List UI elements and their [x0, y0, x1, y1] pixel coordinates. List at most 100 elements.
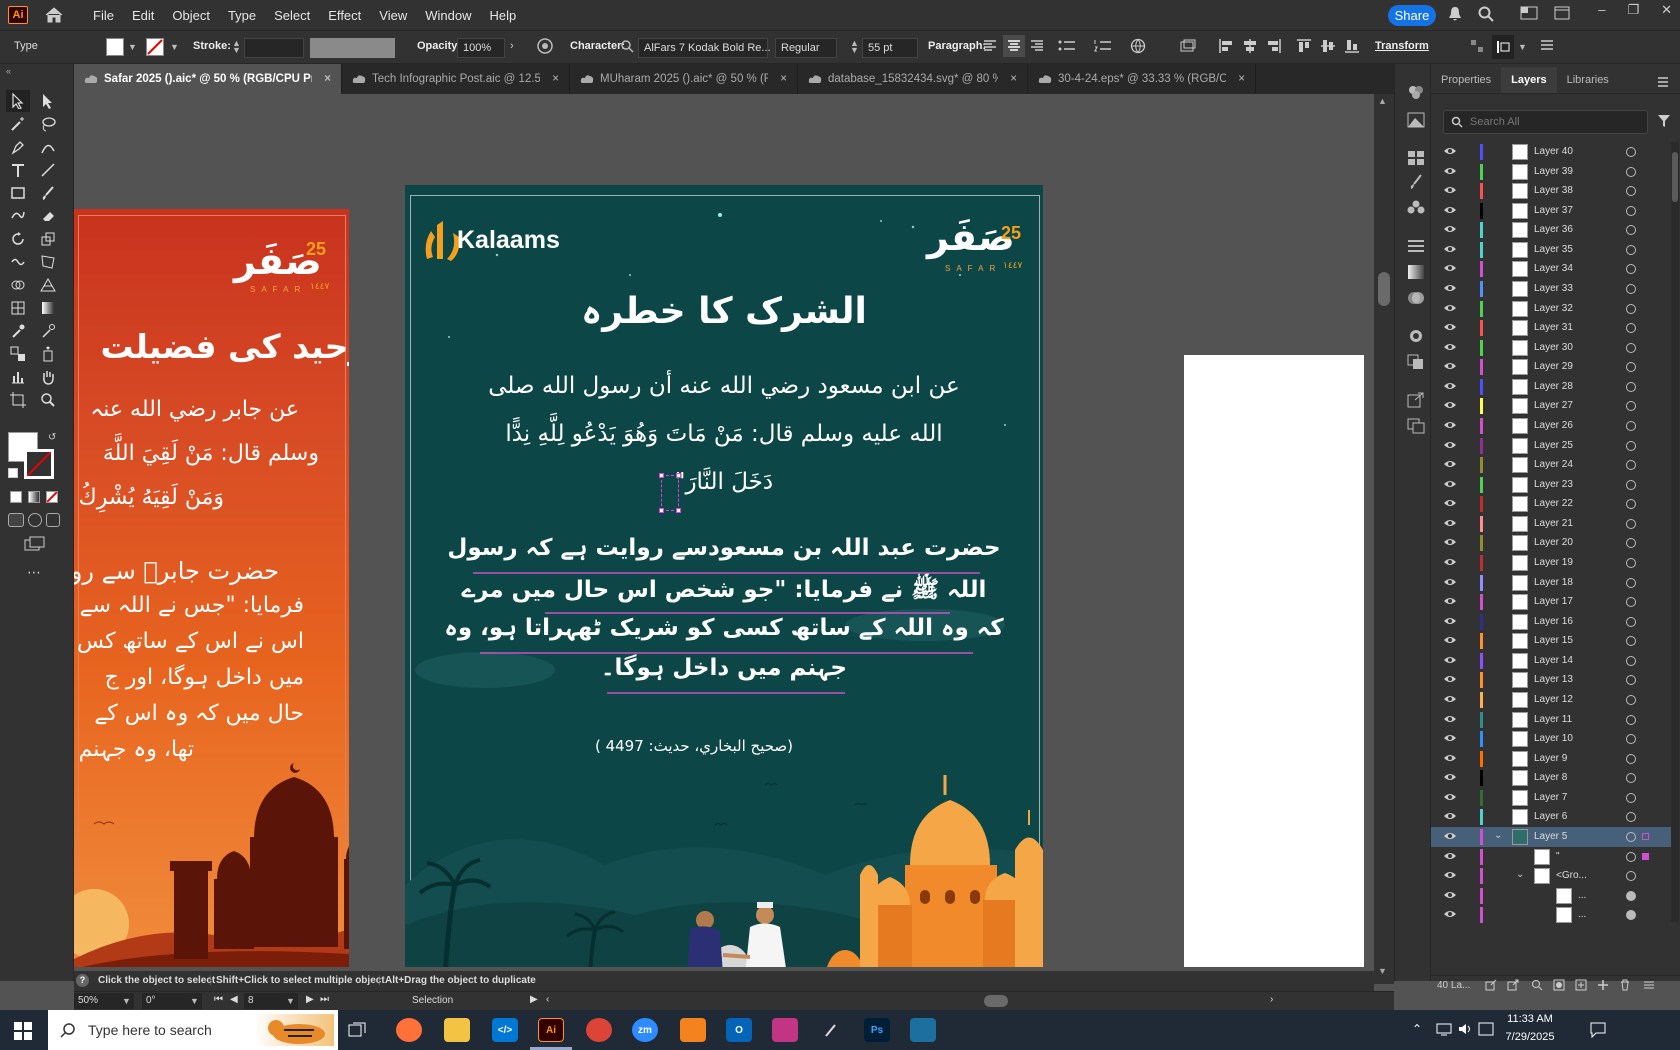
workspace-icon[interactable]	[1520, 6, 1538, 22]
font-search-icon[interactable]	[620, 39, 634, 53]
recolor-icon[interactable]	[537, 38, 553, 54]
collect-export-icon[interactable]	[1485, 979, 1497, 991]
layer-name[interactable]: Layer 10	[1534, 733, 1573, 744]
layer-name[interactable]: Layer 8	[1534, 772, 1567, 783]
canvas[interactable]: صَفَر 25 SAFAR ١٤٤٧ توحید کی فضیلت عن جا…	[74, 94, 1374, 967]
visibility-eye-icon[interactable]	[1443, 146, 1457, 156]
layer-name[interactable]: <Gro...	[1556, 870, 1587, 881]
bullets-icon[interactable]	[1058, 39, 1076, 53]
pen-app-icon[interactable]	[818, 1018, 844, 1042]
target-icon[interactable]	[1626, 538, 1636, 549]
target-icon[interactable]	[1626, 264, 1636, 275]
layer-name[interactable]: Layer 37	[1534, 205, 1573, 216]
layer-row[interactable]: Layer 40	[1431, 142, 1671, 162]
visibility-eye-icon[interactable]	[1443, 205, 1457, 215]
clock-time[interactable]: 11:33 AM	[1498, 1013, 1562, 1025]
close-tab-icon[interactable]: ×	[1010, 73, 1017, 85]
layer-name[interactable]: Layer 7	[1534, 792, 1567, 803]
target-icon[interactable]	[1626, 323, 1636, 334]
layer-row[interactable]: Layer 20	[1431, 533, 1671, 553]
layer-row[interactable]: Layer 11	[1431, 710, 1671, 730]
opacity-field[interactable]: 100%	[457, 38, 505, 58]
layer-name[interactable]: Layer 26	[1534, 420, 1573, 431]
layer-name[interactable]: Layer 6	[1534, 811, 1567, 822]
chevron-down-icon[interactable]: ▼	[1518, 42, 1527, 52]
gradient-panel-icon[interactable]	[1407, 264, 1425, 280]
align-right-objects-icon[interactable]	[1266, 38, 1282, 54]
layer-row[interactable]: Layer 8	[1431, 768, 1671, 788]
visibility-eye-icon[interactable]	[1443, 674, 1457, 684]
target-icon[interactable]	[1626, 557, 1636, 568]
layer-row[interactable]: "	[1431, 847, 1671, 867]
horizontal-scroll-thumb[interactable]	[984, 995, 1008, 1007]
visibility-eye-icon[interactable]	[1443, 263, 1457, 273]
layer-row[interactable]: Layer 25	[1431, 436, 1671, 456]
layer-row[interactable]: Layer 16	[1431, 612, 1671, 632]
layer-row[interactable]: Layer 38	[1431, 181, 1671, 201]
layer-row[interactable]: ...	[1431, 886, 1671, 906]
target-icon[interactable]	[1626, 499, 1636, 510]
visibility-eye-icon[interactable]	[1443, 694, 1457, 704]
next-artboard-icon[interactable]: ▶	[306, 994, 314, 1005]
perspective-grid-icon[interactable]	[36, 274, 60, 296]
close-tab-icon[interactable]: ×	[1238, 73, 1245, 85]
visibility-eye-icon[interactable]	[1443, 557, 1457, 567]
document-tab[interactable]: MUharam 2025 ().aic* @ 50 % (RG... ×	[570, 64, 798, 94]
target-icon[interactable]	[1626, 225, 1636, 236]
scroll-down-icon[interactable]: ▼	[1378, 966, 1387, 976]
rotate-tool-icon[interactable]	[6, 228, 30, 250]
new-layer-icon[interactable]	[1597, 979, 1609, 991]
scroll-left-icon[interactable]: ‹	[546, 994, 549, 1005]
draw-inside-icon[interactable]	[46, 513, 60, 527]
target-icon[interactable]	[1626, 694, 1636, 705]
chrome-icon[interactable]	[586, 1018, 612, 1042]
layer-name[interactable]: Layer 20	[1534, 537, 1573, 548]
visibility-eye-icon[interactable]	[1443, 733, 1457, 743]
shaper-tool-icon[interactable]	[6, 205, 30, 227]
app-logo[interactable]: Ai	[8, 6, 28, 24]
align-left-objects-icon[interactable]	[1218, 38, 1234, 54]
target-icon[interactable]	[1626, 420, 1636, 431]
target-icon[interactable]	[1626, 147, 1636, 157]
clipping-mask-icon[interactable]	[1553, 979, 1565, 991]
visibility-eye-icon[interactable]	[1443, 440, 1457, 450]
visibility-eye-icon[interactable]	[1443, 224, 1457, 234]
target-icon[interactable]	[1626, 597, 1636, 608]
symbols-icon[interactable]	[1407, 200, 1425, 216]
layer-name[interactable]: Layer 36	[1534, 224, 1573, 235]
close-icon[interactable]: ✕	[1661, 2, 1672, 18]
layer-name[interactable]: "	[1556, 851, 1560, 862]
visibility-eye-icon[interactable]	[1443, 342, 1457, 352]
layer-row[interactable]: ⌄ Layer 5	[1431, 826, 1671, 847]
visibility-eye-icon[interactable]	[1443, 851, 1457, 861]
document-tab[interactable]: Safar 2025 ().aic* @ 50 % (RGB/CPU Previ…	[74, 64, 342, 94]
numbering-icon[interactable]	[1094, 39, 1112, 53]
more-tools-icon[interactable]: ⋯	[27, 564, 41, 581]
selection-tool-icon[interactable]	[6, 90, 30, 112]
current-tool-status[interactable]: Selection	[412, 995, 453, 1006]
stroke-weight-field[interactable]	[244, 38, 304, 58]
paragraph-label[interactable]: Paragraph:	[928, 40, 986, 52]
panel-menu-icon[interactable]	[1643, 979, 1655, 991]
menu-help[interactable]: Help	[480, 8, 525, 23]
font-size-stepper[interactable]: ▲ ▼	[850, 39, 859, 55]
panel-menu-icon[interactable]	[1540, 38, 1554, 52]
layer-name[interactable]: Layer 15	[1534, 635, 1573, 646]
stroke-color-swatch[interactable]	[24, 449, 54, 479]
layer-row[interactable]: Layer 28	[1431, 377, 1671, 397]
eraser-icon[interactable]	[36, 205, 60, 227]
target-icon[interactable]	[1626, 381, 1636, 392]
swap-colors-icon[interactable]: ↺	[48, 432, 56, 443]
layer-row[interactable]: Layer 23	[1431, 475, 1671, 495]
target-icon[interactable]	[1626, 714, 1636, 725]
target-icon[interactable]	[1626, 303, 1636, 314]
chevron-right-icon[interactable]: ›	[510, 40, 514, 52]
layer-row[interactable]: Layer 31	[1431, 318, 1671, 338]
target-icon[interactable]	[1626, 871, 1636, 882]
arrange-icon[interactable]	[1554, 6, 1570, 22]
panel-tab-libraries[interactable]: Libraries	[1557, 67, 1619, 93]
selection-indicator[interactable]	[1642, 832, 1649, 840]
font-family-field[interactable]: AlFars 7 Kodak Bold Re...	[638, 38, 771, 58]
target-icon[interactable]	[1626, 675, 1636, 686]
layer-name[interactable]: Layer 40	[1534, 146, 1573, 157]
